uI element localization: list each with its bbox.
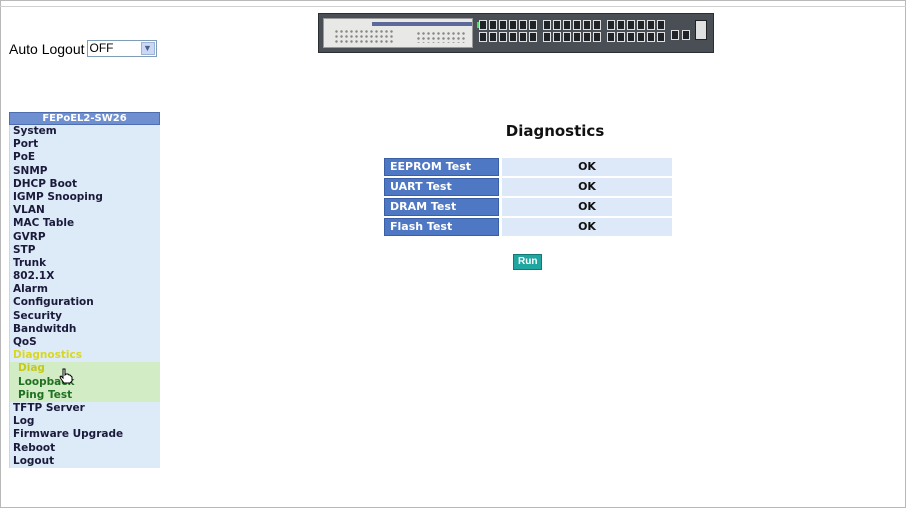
table-row: Flash Test OK (384, 218, 672, 236)
sidebar-item-configuration[interactable]: Configuration (9, 296, 160, 310)
sfp-port (682, 30, 690, 40)
sidebar-item-system[interactable]: System (9, 125, 160, 139)
port (593, 20, 601, 30)
chevron-down-icon[interactable]: ▼ (140, 42, 155, 55)
port-group-2 (543, 20, 601, 46)
sidebar-item-trunk[interactable]: Trunk (9, 256, 160, 271)
switch-strip (372, 22, 472, 26)
auto-logout-value: OFF (89, 41, 114, 55)
sidebar-item-vlan[interactable]: VLAN (9, 204, 160, 218)
test-result-eeprom: OK (502, 158, 672, 176)
sidebar-item-igmp-snooping[interactable]: IGMP Snooping (9, 190, 160, 205)
sidebar-item-bandwidth[interactable]: Bandwitdh (9, 322, 160, 336)
page-title: Diagnostics (505, 122, 605, 140)
switch-led-dots-2 (416, 31, 466, 43)
test-name-dram: DRAM Test (384, 198, 499, 216)
port-group-3 (607, 20, 665, 46)
port (593, 32, 601, 42)
port (607, 20, 615, 30)
port (519, 20, 527, 30)
port (563, 20, 571, 30)
auto-logout-label: Auto Logout (9, 40, 85, 57)
test-name-flash: Flash Test (384, 218, 499, 236)
port (543, 32, 551, 42)
port (627, 20, 635, 30)
port (583, 20, 591, 30)
port (499, 20, 507, 30)
port (637, 20, 645, 30)
port (647, 20, 655, 30)
port (509, 20, 517, 30)
sidebar-item-poe[interactable]: PoE (9, 151, 160, 165)
sidebar-item-stp[interactable]: STP (9, 243, 160, 257)
sidebar-item-tftp-server[interactable]: TFTP Server (9, 401, 160, 416)
sidebar-item-firmware-upgrade[interactable]: Firmware Upgrade (9, 428, 160, 442)
sidebar-item-gvrp[interactable]: GVRP (9, 230, 160, 244)
sidebar-item-log[interactable]: Log (9, 415, 160, 429)
port (657, 20, 665, 30)
sidebar-item-diagnostics[interactable]: Diagnostics (9, 349, 160, 363)
test-result-dram: OK (502, 198, 672, 216)
port (529, 20, 537, 30)
port (479, 32, 487, 42)
port (489, 32, 497, 42)
console-port (695, 20, 707, 40)
table-row: UART Test OK (384, 178, 672, 196)
port (489, 20, 497, 30)
port-group-1 (479, 20, 537, 46)
diagnostics-table: EEPROM Test OK UART Test OK DRAM Test OK… (384, 158, 672, 238)
port (573, 32, 581, 42)
sidebar-item-8021x[interactable]: 802.1X (9, 270, 160, 284)
port (479, 20, 487, 30)
port (519, 32, 527, 42)
port (529, 32, 537, 42)
port (637, 32, 645, 42)
sidebar-item-dhcp-boot[interactable]: DHCP Boot (9, 177, 160, 191)
frame-divider (0, 6, 906, 7)
run-button[interactable]: Run (513, 254, 543, 270)
switch-front-panel-image (318, 13, 714, 53)
port (627, 32, 635, 42)
sidebar-title: FEPoEL2-SW26 (9, 112, 160, 125)
sidebar-item-alarm[interactable]: Alarm (9, 283, 160, 297)
port (607, 32, 615, 42)
sidebar-item-mac-table[interactable]: MAC Table (9, 217, 160, 231)
port (617, 20, 625, 30)
sidebar-item-security[interactable]: Security (9, 309, 160, 323)
port (617, 32, 625, 42)
table-row: EEPROM Test OK (384, 158, 672, 176)
sidebar-item-qos[interactable]: QoS (9, 336, 160, 350)
sidebar-subitem-diag[interactable]: Diag (9, 362, 160, 376)
port (657, 32, 665, 42)
sidebar-item-reboot[interactable]: Reboot (9, 441, 160, 455)
hand-pointer-icon (59, 368, 73, 384)
auto-logout-control: Auto Logout OFF ▼ (9, 40, 157, 57)
table-row: DRAM Test OK (384, 198, 672, 216)
sidebar-item-port[interactable]: Port (9, 138, 160, 152)
port (573, 20, 581, 30)
auto-logout-select[interactable]: OFF ▼ (86, 40, 157, 57)
sidebar-menu: FEPoEL2-SW26 System Port PoE SNMP DHCP B… (9, 112, 160, 468)
port (553, 32, 561, 42)
sfp-port (671, 30, 679, 40)
test-result-uart: OK (502, 178, 672, 196)
sidebar-subitem-loopback[interactable]: Loopback (9, 375, 160, 389)
port (647, 32, 655, 42)
test-name-eeprom: EEPROM Test (384, 158, 499, 176)
test-result-flash: OK (502, 218, 672, 236)
sidebar-item-snmp[interactable]: SNMP (9, 164, 160, 178)
port (563, 32, 571, 42)
switch-panel (323, 18, 473, 48)
sidebar-subitem-ping-test[interactable]: Ping Test (9, 388, 160, 402)
port (499, 32, 507, 42)
port (509, 32, 517, 42)
port (583, 32, 591, 42)
switch-led-dots (334, 29, 394, 43)
test-name-uart: UART Test (384, 178, 499, 196)
port (553, 20, 561, 30)
port (543, 20, 551, 30)
sidebar-item-logout[interactable]: Logout (9, 454, 160, 468)
